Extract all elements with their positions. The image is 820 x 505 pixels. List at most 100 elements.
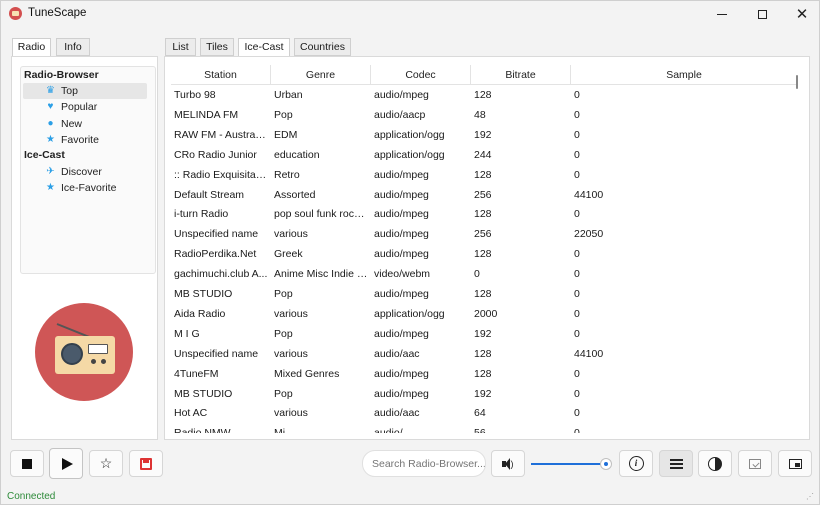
cell-genre: various [274,307,308,320]
table-row[interactable]: Hot AC various audio/aac 64 0 [171,403,797,423]
table-row[interactable]: i-turn Radio pop soul funk rock ... audio/… [171,204,797,224]
table-scrollbar[interactable] [796,75,798,89]
stop-icon [22,458,32,469]
cell-station: Default Stream [174,188,245,201]
table-row[interactable]: MELINDA FM Pop audio/aacp 48 0 [171,105,797,125]
cell-sample: 0 [574,128,580,141]
cell-codec: audio/mpeg [374,168,429,181]
close-button[interactable]: ✕ [785,1,819,27]
tree-group-radio-browser[interactable]: Radio-Browser [24,69,99,81]
record-button[interactable] [129,450,163,477]
table-row[interactable]: M I G Pop audio/mpeg 192 0 [171,324,797,344]
star-icon: ★ [46,134,55,145]
cell-genre: Retro [274,168,300,181]
table-row[interactable]: Unspecified name various audio/aac 128 44100 [171,344,797,364]
close-icon: ✕ [795,5,809,23]
knob [101,359,106,364]
knob [91,359,96,364]
table-row[interactable]: RAW FM - Australia... EDM application/ogg 1… [171,125,797,145]
cell-sample: 0 [574,387,580,400]
station-table-panel: Station Genre Codec Bitrate Sample Turbo… [164,56,810,440]
column-header-codec[interactable]: Codec [371,65,471,85]
tree-item-new[interactable]: ● New [23,116,147,132]
tree-item-label: Discover [61,166,102,178]
cell-sample: 0 [574,307,580,320]
table-row[interactable]: RadioPerdika.Net Greek audio/mpeg 128 0 [171,244,797,264]
table-row[interactable]: CRo Radio Junior education application/ogg… [171,145,797,165]
speaker-icon: ) [501,457,515,470]
cell-sample: 22050 [574,228,604,241]
cell-station: CRo Radio Junior [174,148,257,161]
table-header: Station Genre Codec Bitrate Sample [171,65,797,85]
tree-group-ice-cast[interactable]: Ice-Cast [24,149,65,161]
cell-codec: audio/mpeg [374,89,429,101]
tree-item-ice-favorite[interactable]: ★ Ice-Favorite [23,180,147,196]
table-row[interactable]: gachimuchi.club A... Anime Misc Indie Ja.… [171,264,797,284]
tree-item-favorite[interactable]: ★ Favorite [23,132,147,148]
mini-player-button[interactable] [738,450,772,477]
cell-codec: audio/mpeg [374,288,429,300]
cell-sample: 0 [574,89,580,101]
column-header-genre[interactable]: Genre [271,65,371,85]
table-row[interactable]: Aida Radio various application/ogg 2000 0 [171,304,797,324]
cell-codec: audio/mpeg [374,208,429,221]
tree-item-discover[interactable]: ✈ Discover [23,164,147,180]
volume-slider-track[interactable] [531,463,607,465]
star-icon: ★ [46,182,55,193]
cell-genre: Mixed Genres [274,367,340,380]
save-icon [140,457,152,470]
column-header-station[interactable]: Station [171,65,271,85]
resize-grip-icon[interactable]: ⋰ [806,492,816,502]
cell-codec: audio/mpeg [374,228,429,241]
minimize-button[interactable] [705,1,739,27]
stop-button[interactable] [10,450,44,477]
cell-codec: audio/aac [374,347,420,360]
tab-info[interactable]: Info [56,38,90,56]
table-row[interactable]: Unspecified name various audio/mpeg 256 2205… [171,224,797,244]
tab-tiles[interactable]: Tiles [200,38,234,56]
tab-radio[interactable]: Radio [12,38,51,57]
menu-button[interactable] [659,450,693,477]
cell-codec: audio/mpeg [374,367,429,380]
search-input[interactable] [362,450,486,477]
picture-in-picture-button[interactable] [778,450,812,477]
play-icon [61,457,73,470]
tree-item-top[interactable]: ♛ Top [23,83,147,99]
table-row[interactable]: 4TuneFM Mixed Genres audio/mpeg 128 0 [171,364,797,384]
cell-station: i-turn Radio [174,208,229,221]
star-outline-icon: ☆ [99,455,113,471]
info-button[interactable]: i [619,450,653,477]
cell-sample: 0 [574,208,580,221]
tab-ice-cast[interactable]: Ice-Cast [238,38,290,57]
table-row[interactable]: MB STUDIO Pop audio/mpeg 128 0 [171,284,797,304]
cell-bitrate: 256 [474,188,492,201]
tree-item-popular[interactable]: ♥ Popular [23,99,147,115]
cell-station: RadioPerdika.Net [174,248,257,261]
table-row[interactable]: :: Radio Exquisita --... Retro audio/mpeg 1… [171,165,797,185]
heart-plus-icon: ♥ [47,101,54,112]
table-row[interactable]: Radio NMW Mi... audio/... 56 0 [171,423,797,433]
cell-genre: Pop [274,288,293,300]
tab-countries[interactable]: Countries [294,38,351,56]
play-button[interactable] [49,448,83,479]
cell-codec: audio/mpeg [374,188,429,201]
table-row[interactable]: Turbo 98 Urban audio/mpeg 128 0 [171,85,797,105]
cell-codec: audio/... [374,423,468,433]
cell-bitrate: 56 [474,423,568,433]
table-row[interactable]: MB STUDIO Pop audio/mpeg 192 0 [171,384,797,404]
maximize-button[interactable] [745,1,779,27]
mini-player-icon [749,458,761,469]
cell-codec: audio/aacp [374,108,426,121]
favorite-button[interactable]: ☆ [89,450,123,477]
cell-genre: Pop [274,327,293,340]
radio-logo [35,303,133,401]
column-header-bitrate[interactable]: Bitrate [471,65,571,85]
column-header-sample[interactable]: Sample [571,65,797,85]
theme-toggle-button[interactable] [698,450,732,477]
table-row[interactable]: Default Stream Assorted audio/mpeg 256 44100 [171,185,797,205]
tree-item-label: Favorite [61,134,99,146]
volume-slider-thumb[interactable] [600,458,612,470]
mute-button[interactable]: ) [491,450,525,477]
cell-codec: audio/mpeg [374,387,429,400]
tab-list[interactable]: List [165,38,196,56]
